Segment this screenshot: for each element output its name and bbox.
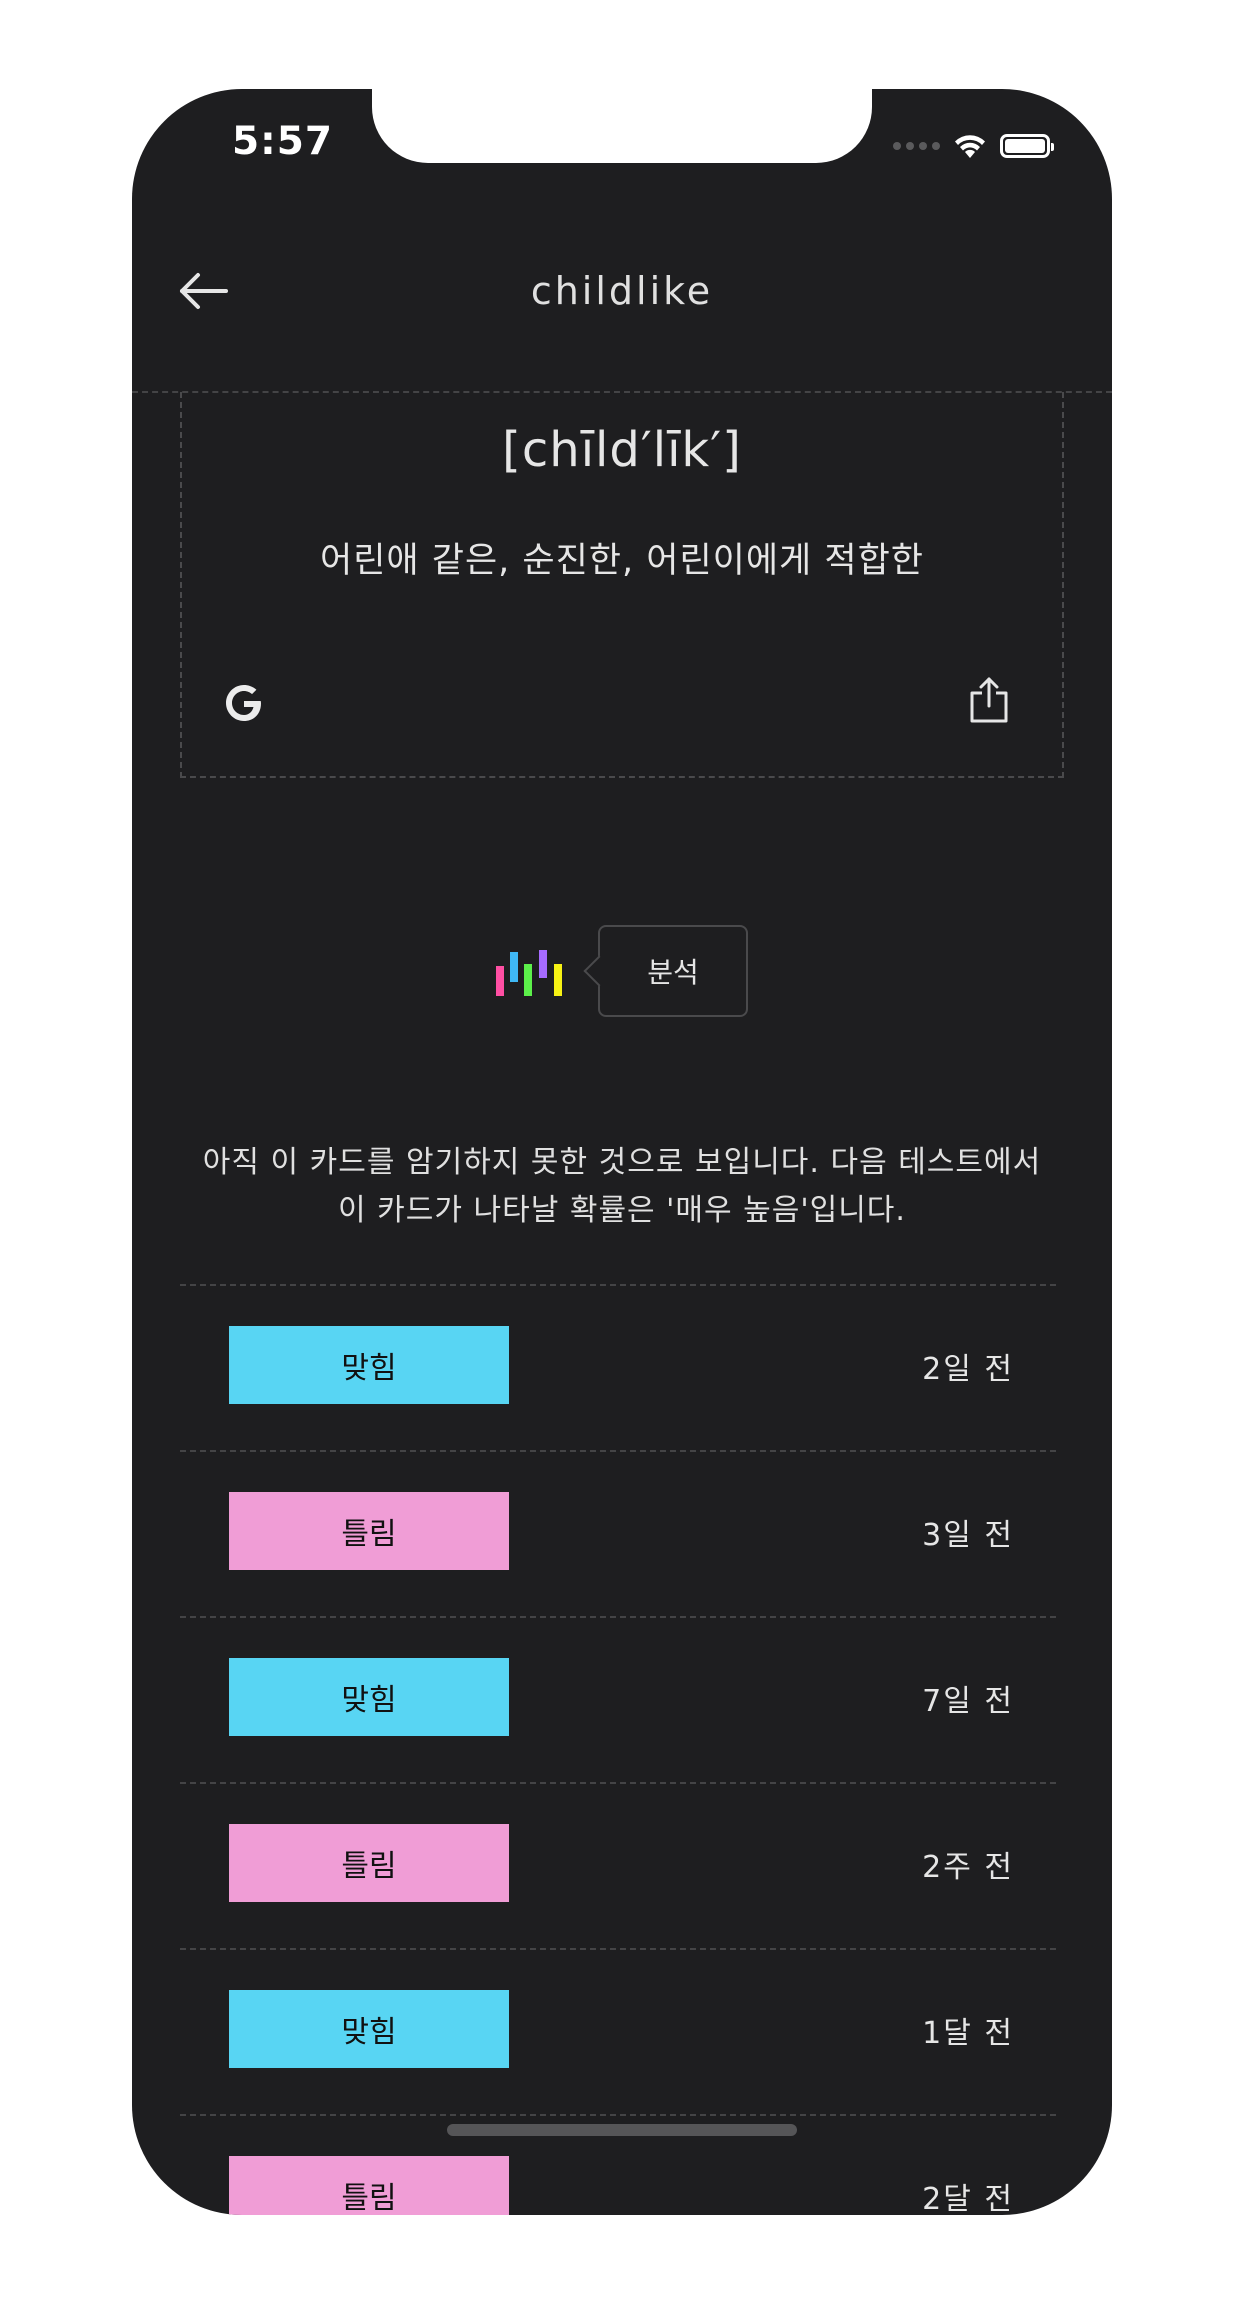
notch bbox=[372, 89, 872, 163]
status-time: 5:57 bbox=[232, 119, 334, 164]
analysis-button-label: 분석 bbox=[647, 956, 699, 989]
bar-chart-icon-bar bbox=[524, 964, 532, 996]
history-time: 2주 전 bbox=[922, 1850, 1014, 1885]
history-time: 2달 전 bbox=[922, 2182, 1014, 2215]
share-icon[interactable] bbox=[968, 675, 1010, 725]
history-time: 1달 전 bbox=[922, 2016, 1014, 2051]
status-icons bbox=[893, 131, 1054, 161]
history-row: 맞힘 1달 전 bbox=[180, 1948, 1056, 2114]
bar-chart-icon-bar bbox=[554, 964, 562, 996]
page-title: childlike bbox=[530, 269, 714, 313]
pronunciation: [chīld′līk′] bbox=[502, 422, 742, 478]
cellular-signal-icon bbox=[893, 142, 940, 150]
correct-badge: 맞힘 bbox=[229, 1326, 509, 1404]
history-time: 3일 전 bbox=[922, 1518, 1014, 1553]
bar-chart-icon-bar bbox=[539, 950, 547, 978]
wrong-badge: 틀림 bbox=[229, 1492, 509, 1570]
history-row: 맞힘 7일 전 bbox=[180, 1616, 1056, 1782]
bar-chart-icon[interactable] bbox=[494, 950, 564, 996]
analysis-button[interactable]: 분석 bbox=[598, 925, 748, 1017]
history-time: 7일 전 bbox=[922, 1684, 1014, 1719]
wrong-badge: 틀림 bbox=[229, 2156, 509, 2215]
history-time: 2일 전 bbox=[922, 1352, 1014, 1387]
history-row: 틀림 2주 전 bbox=[180, 1782, 1056, 1948]
home-indicator bbox=[447, 2124, 797, 2136]
meaning: 어린애 같은, 순진한, 어린이에게 적합한 bbox=[320, 541, 924, 581]
history-list: 맞힘 2일 전 틀림 3일 전 맞힘 7일 전 틀림 2주 전 맞힘 1달 전 틀림 2달 전 bbox=[180, 1284, 1056, 2215]
wrong-badge: 틀림 bbox=[229, 1824, 509, 1902]
history-row: 맞힘 2일 전 bbox=[180, 1284, 1056, 1450]
correct-badge: 맞힘 bbox=[229, 1990, 509, 2068]
wifi-icon bbox=[955, 135, 985, 158]
history-row: 틀림 3일 전 bbox=[180, 1450, 1056, 1616]
google-g-icon[interactable] bbox=[220, 679, 268, 727]
bar-chart-icon-bar bbox=[496, 966, 504, 996]
bar-chart-icon-bar bbox=[510, 952, 518, 982]
phone-screen: 5:57 childlike [chīld′līk′] 어린애 같은, 순진한,… bbox=[132, 89, 1112, 2215]
battery-icon bbox=[1000, 134, 1054, 158]
analysis-message: 아직 이 카드를 암기하지 못한 것으로 보입니다. 다음 테스트에서 이 카드… bbox=[202, 1145, 1042, 1228]
word-card: [chīld′līk′] 어린애 같은, 순진한, 어린이에게 적합한 bbox=[180, 392, 1064, 778]
correct-badge: 맞힘 bbox=[229, 1658, 509, 1736]
